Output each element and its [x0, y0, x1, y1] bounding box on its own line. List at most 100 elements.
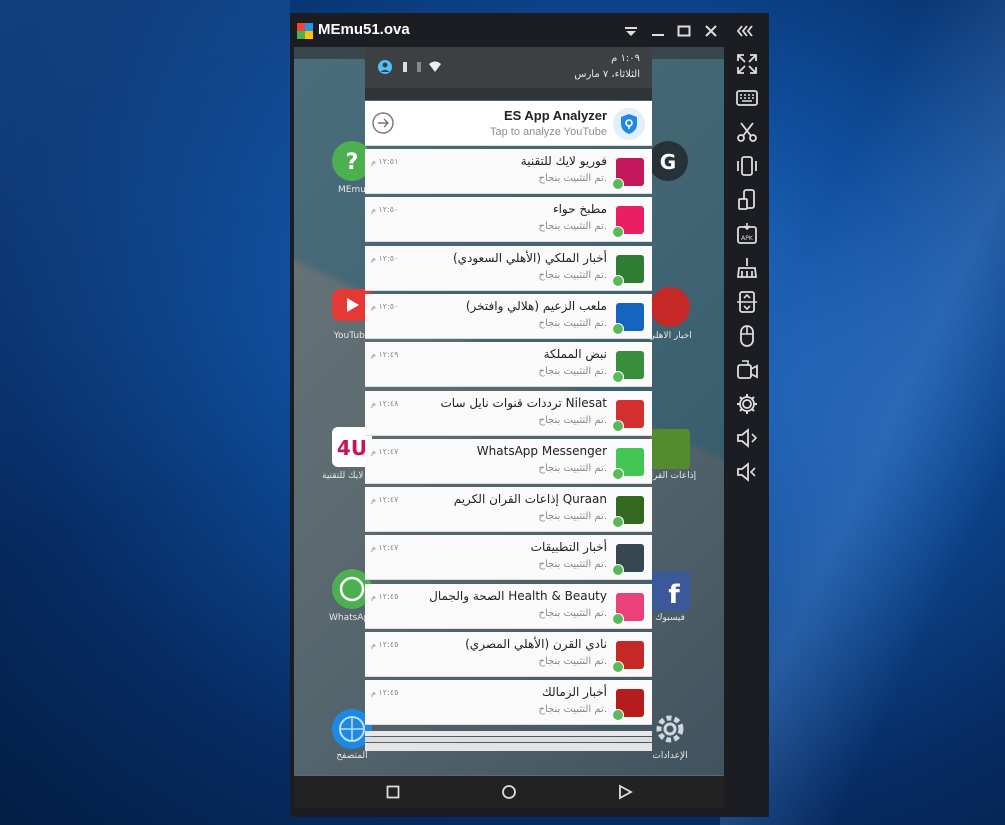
notification-subtitle: تم التثبيت بنجاح. [538, 366, 607, 377]
notification-subtitle: تم التثبيت بنجاح. [538, 173, 607, 184]
notification-time: ١٢:٤٧ م [371, 495, 399, 504]
memu-logo-icon [297, 23, 313, 39]
notification-subtitle: تم التثبيت بنجاح. [538, 559, 607, 570]
notification-title: مطبخ حواء [552, 202, 607, 216]
date-text: الثلاثاء، ٧ مارس [574, 69, 640, 80]
notification-time: ١٢:٤٥ م [371, 640, 399, 649]
notification-title: ترددات قنوات نايل سات Nilesat [440, 396, 608, 410]
notification-time: ١٢:٤٧ م [371, 543, 399, 552]
record-video-icon[interactable] [734, 357, 760, 383]
side-toolbar: APK [725, 47, 769, 817]
facebook-home-icon[interactable]: f [650, 571, 690, 611]
mouse-icon[interactable] [734, 323, 760, 349]
installed-badge-icon [612, 516, 624, 528]
keyboard-icon[interactable] [734, 85, 760, 111]
google-app-icon[interactable]: G [648, 141, 688, 181]
notification-subtitle: تم التثبيت بنجاح. [538, 318, 607, 329]
notification-subtitle: تم التثبيت بنجاح. [538, 221, 607, 232]
notification-item[interactable]: ١٢:٤٧ م أخبار التطبيقات تم التثبيت بنجاح. [365, 535, 652, 580]
ahly-home-icon[interactable] [650, 287, 690, 327]
status-icons [378, 60, 441, 74]
installed-badge-icon [612, 226, 624, 238]
svg-text:?: ? [346, 150, 359, 175]
title-bar: MEmu51.ova [290, 13, 769, 47]
volume-up-icon[interactable] [734, 425, 760, 451]
home-label-settings: الإعدادات [652, 751, 688, 761]
shade-gap [365, 88, 652, 100]
installed-badge-icon [612, 661, 624, 673]
notification-subtitle: تم التثبيت بنجاح. [538, 270, 607, 281]
close-icon[interactable] [703, 23, 719, 39]
back-triangle-icon[interactable] [617, 784, 633, 800]
installed-badge-icon [612, 564, 624, 576]
volume-down-icon[interactable] [734, 459, 760, 485]
emulator-window: MEmu51.ova APK ? MEmu YouTube 4U فوريو ل… [290, 13, 769, 817]
android-screen: ? MEmu YouTube 4U فوريو لايك للتقنية Wha… [294, 47, 724, 808]
settings-gear-icon[interactable] [734, 391, 760, 417]
clock-time: ١:٠٩ م [611, 53, 640, 64]
apk-install-icon[interactable]: APK [734, 221, 760, 247]
clean-broom-icon[interactable] [734, 255, 760, 281]
battery-icon [403, 62, 407, 72]
notification-item[interactable]: ١٢:٤٥ م نادي القرن (الأهلي المصري) تم التث… [365, 632, 652, 677]
notification-title: فوريو لايك للتقنية [520, 154, 607, 168]
svg-text:f: f [668, 580, 680, 610]
dropdown-menu-icon[interactable] [623, 23, 639, 39]
notification-item[interactable]: ١٢:٥١ م فوريو لايك للتقنية تم التثبيت بنجا… [365, 149, 652, 194]
fullscreen-icon[interactable] [734, 51, 760, 77]
window-title: MEmu51.ova [318, 21, 410, 38]
home-circle-icon[interactable] [501, 784, 517, 800]
notification-time: ١٢:٥٠ م [371, 302, 399, 311]
installed-badge-icon [612, 178, 624, 190]
shield-icon [613, 108, 645, 140]
notification-item[interactable]: ١٢:٥٠ م ملعب الزعيم (هلالي وافتخر) تم التث… [365, 294, 652, 339]
quran-home-icon[interactable] [650, 429, 690, 469]
notification-item[interactable]: ١٢:٤٥ م أخبار الزمالك تم التثبيت بنجاح. [365, 680, 652, 725]
notification-title: ملعب الزعيم (هلالي وافتخر) [465, 299, 607, 313]
notification-time: ١٢:٤٧ م [371, 447, 399, 456]
notification-item[interactable]: ١٢:٤٧ م إذاعات القران الكريم Quraan تم الت… [365, 487, 652, 532]
notification-title: WhatsApp Messenger [476, 444, 607, 458]
installed-badge-icon [612, 371, 624, 383]
notification-title: أخبار التطبيقات [530, 540, 607, 554]
notification-time: ١٢:٤٩ م [371, 350, 399, 359]
notification-subtitle: تم التثبيت بنجاح. [538, 656, 607, 667]
scissors-icon[interactable] [734, 119, 760, 145]
notification-subtitle: تم التثبيت بنجاح. [538, 463, 607, 474]
installed-badge-icon [612, 420, 624, 432]
notification-item[interactable]: ١٢:٤٥ م الصحة والجمال Health & Beauty تم ا… [365, 584, 652, 629]
notification-item[interactable]: ١٢:٤٩ م نبض المملكة تم التثبيت بنجاح. [365, 342, 652, 387]
installed-badge-icon [612, 275, 624, 287]
notification-peek [365, 737, 652, 742]
installed-badge-icon [612, 323, 624, 335]
notification-time: ١٢:٤٨ م [371, 399, 399, 408]
signal-icon [417, 62, 421, 72]
notification-item[interactable]: ١٢:٥٠ م أخبار الملكي (الأهلي السعودي) تم ا… [365, 246, 652, 291]
notification-time: ١٢:٥٠ م [371, 205, 399, 214]
es-app-analyzer-notification[interactable]: ES App Analyzer Tap to analyze YouTube [365, 101, 652, 146]
shake-icon[interactable] [734, 153, 760, 179]
minimize-icon[interactable] [650, 23, 666, 39]
notification-item[interactable]: ١٢:٤٨ م ترددات قنوات نايل سات Nilesat تم ا… [365, 391, 652, 436]
notification-peek [365, 743, 652, 751]
notification-title: نبض المملكة [543, 347, 607, 361]
notification-title: نادي القرن (الأهلي المصري) [465, 637, 607, 651]
notification-title: أخبار الملكي (الأهلي السعودي) [452, 251, 607, 265]
svg-text:G: G [660, 150, 676, 174]
home-label-globe: المتصفح [336, 751, 368, 761]
maximize-icon[interactable] [676, 23, 692, 39]
collapse-toolbar-icon[interactable] [736, 23, 756, 39]
notification-item[interactable]: ١٢:٤٧ م WhatsApp Messenger تم التثبيت بنجا… [365, 439, 652, 484]
arrow-right-circle-icon[interactable] [372, 112, 394, 134]
wifi-icon [429, 61, 441, 72]
notification-title: أخبار الزمالك [541, 685, 607, 699]
recent-apps-icon[interactable] [385, 784, 401, 800]
notification-time: ١٢:٤٥ م [371, 688, 399, 697]
notification-item[interactable]: ١٢:٥٠ م مطبخ حواء تم التثبيت بنجاح. [365, 197, 652, 242]
screen-shot-icon[interactable] [734, 289, 760, 315]
settings-home-icon[interactable] [650, 709, 690, 749]
analyzer-title: ES App Analyzer [503, 108, 607, 123]
notification-subtitle: تم التثبيت بنجاح. [538, 415, 607, 426]
rotate-screen-icon[interactable] [734, 187, 760, 213]
installed-badge-icon [612, 468, 624, 480]
